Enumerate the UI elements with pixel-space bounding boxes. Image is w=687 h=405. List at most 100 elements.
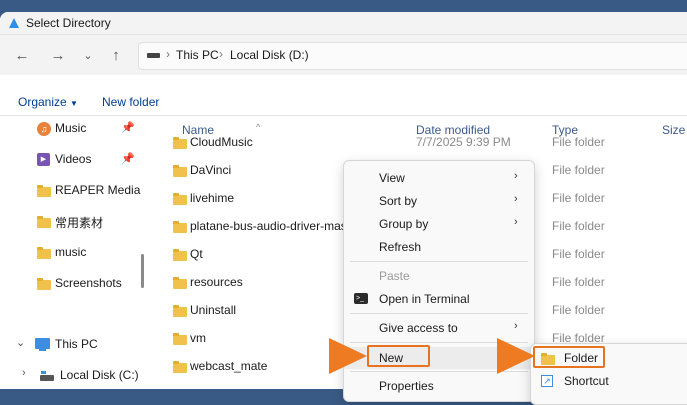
- sidebar-item-music-folder[interactable]: music: [0, 242, 140, 264]
- file-type: File folder: [552, 135, 605, 149]
- menu-item-group-by[interactable]: Group by ›: [344, 213, 534, 235]
- pc-icon: [35, 338, 50, 351]
- menu-item-label: Shortcut: [564, 374, 609, 388]
- command-bar: Organize ▼ New folder: [0, 89, 687, 116]
- file-date: 7/7/2025 9:39 PM: [416, 135, 511, 149]
- menu-item-open-in-terminal[interactable]: >_ Open in Terminal: [344, 288, 534, 310]
- chevron-down-icon[interactable]: ⌄: [16, 336, 25, 349]
- folder-icon: [37, 185, 51, 197]
- folder-icon: [173, 333, 187, 345]
- file-type: File folder: [552, 191, 605, 205]
- navigation-pane: ♫ Music 📌 ▶ Videos 📌 REAPER Media 常用素材 m…: [0, 116, 150, 389]
- menu-item-label: Refresh: [379, 240, 422, 254]
- shortcut-icon: ↗: [541, 375, 553, 387]
- menu-item-give-access[interactable]: Give access to ›: [344, 317, 534, 339]
- file-type: File folder: [552, 303, 605, 317]
- folder-icon: [173, 305, 187, 317]
- file-name: vm: [190, 331, 206, 345]
- menu-item-label: Properties: [379, 379, 434, 393]
- folder-icon: [37, 247, 51, 259]
- file-type: File folder: [552, 275, 605, 289]
- new-highlight-box: [367, 345, 430, 367]
- sidebar-item-music[interactable]: ♫ Music 📌: [0, 118, 140, 140]
- terminal-icon: >_: [354, 293, 368, 304]
- chevron-right-icon[interactable]: ›: [22, 367, 26, 379]
- chevron-right-icon: ›: [166, 47, 170, 61]
- organize-label: Organize: [18, 95, 67, 109]
- disk-icon: [40, 371, 54, 381]
- folder-icon: [173, 137, 187, 149]
- pin-icon: 📌: [121, 122, 135, 134]
- menu-item-label: View: [379, 171, 405, 185]
- sidebar-item-videos[interactable]: ▶ Videos 📌: [0, 149, 140, 171]
- caret-down-icon: ▼: [70, 99, 78, 108]
- sidebar-item-label: Music: [55, 121, 87, 135]
- file-name: DaVinci: [190, 163, 232, 177]
- menu-item-paste[interactable]: Paste: [344, 265, 534, 287]
- table-row[interactable]: CloudMusic 7/7/2025 9:39 PM File folder: [150, 131, 687, 153]
- menu-item-view[interactable]: View ›: [344, 167, 534, 189]
- app-icon: [9, 18, 19, 28]
- file-name: platane-bus-audio-driver-mast: [190, 219, 351, 233]
- navigation-bar: ← → ⌄ ↑ › This PC › Local Disk (D:): [0, 35, 687, 75]
- sidebar-item-label: 常用素材: [55, 216, 104, 230]
- folder-icon: [37, 278, 51, 290]
- file-type: File folder: [552, 163, 605, 177]
- sidebar-item-label: This PC: [55, 337, 98, 351]
- drive-icon: [147, 53, 160, 58]
- sidebar-item-common-materials[interactable]: 常用素材: [0, 211, 140, 233]
- folder-icon: [173, 221, 187, 233]
- sidebar-item-label: Local Disk (C:): [60, 368, 139, 382]
- up-arrow-icon[interactable]: ↑: [106, 45, 126, 65]
- chevron-right-icon: ›: [514, 193, 518, 205]
- recent-chevron-icon[interactable]: ⌄: [78, 45, 98, 65]
- file-name: livehime: [190, 191, 235, 205]
- breadcrumb-this-pc[interactable]: This PC: [176, 48, 219, 62]
- sidebar-item-reaper-media[interactable]: REAPER Media: [0, 180, 140, 202]
- back-arrow-icon[interactable]: ←: [12, 45, 32, 65]
- menu-separator: [350, 313, 528, 314]
- organize-button[interactable]: Organize ▼: [18, 95, 78, 109]
- window-title: Select Directory: [26, 16, 111, 30]
- file-type: File folder: [552, 219, 605, 233]
- pointer-arrow-icon: [497, 338, 535, 374]
- chevron-right-icon: ›: [219, 47, 223, 61]
- new-folder-button[interactable]: New folder: [102, 95, 159, 109]
- menu-item-properties[interactable]: Properties: [344, 375, 534, 397]
- music-icon: ♫: [37, 122, 51, 136]
- sidebar-scrollbar[interactable]: [141, 254, 144, 288]
- sidebar-item-label: Videos: [55, 152, 92, 166]
- file-type: File folder: [552, 247, 605, 261]
- title-bar: Select Directory: [0, 12, 687, 35]
- forward-arrow-icon[interactable]: →: [48, 45, 68, 65]
- sidebar-item-this-pc[interactable]: ⌄ This PC: [0, 334, 140, 356]
- folder-highlight-box: [533, 346, 605, 368]
- menu-item-sort-by[interactable]: Sort by ›: [344, 190, 534, 212]
- chevron-right-icon: ›: [514, 170, 518, 182]
- menu-item-label: Group by: [379, 217, 429, 231]
- file-name: resources: [190, 275, 243, 289]
- file-name: CloudMusic: [190, 135, 253, 149]
- file-name: webcast_mate: [190, 359, 268, 373]
- folder-icon: [173, 193, 187, 205]
- folder-icon: [37, 216, 51, 228]
- sidebar-item-screenshots[interactable]: Screenshots: [0, 273, 140, 295]
- menu-item-label: Give access to: [379, 321, 458, 335]
- chevron-right-icon: ›: [514, 216, 518, 228]
- folder-icon: [173, 361, 187, 373]
- address-bar[interactable]: › This PC › Local Disk (D:): [138, 42, 687, 70]
- menu-separator: [350, 261, 528, 262]
- folder-icon: [173, 249, 187, 261]
- file-name: Uninstall: [190, 303, 237, 317]
- sidebar-item-label: REAPER Media: [55, 183, 141, 197]
- sidebar-item-label: music: [55, 245, 87, 259]
- breadcrumb-local-disk-d[interactable]: Local Disk (D:): [230, 48, 309, 62]
- folder-icon: [173, 277, 187, 289]
- chevron-right-icon: ›: [514, 320, 518, 332]
- sidebar-item-local-disk-c[interactable]: › Local Disk (C:): [0, 365, 140, 387]
- folder-icon: [173, 165, 187, 177]
- pin-icon: 📌: [121, 153, 135, 165]
- menu-item-refresh[interactable]: Refresh: [344, 236, 534, 258]
- menu-item-label: Sort by: [379, 194, 418, 208]
- menu-item-label: Open in Terminal: [379, 292, 470, 306]
